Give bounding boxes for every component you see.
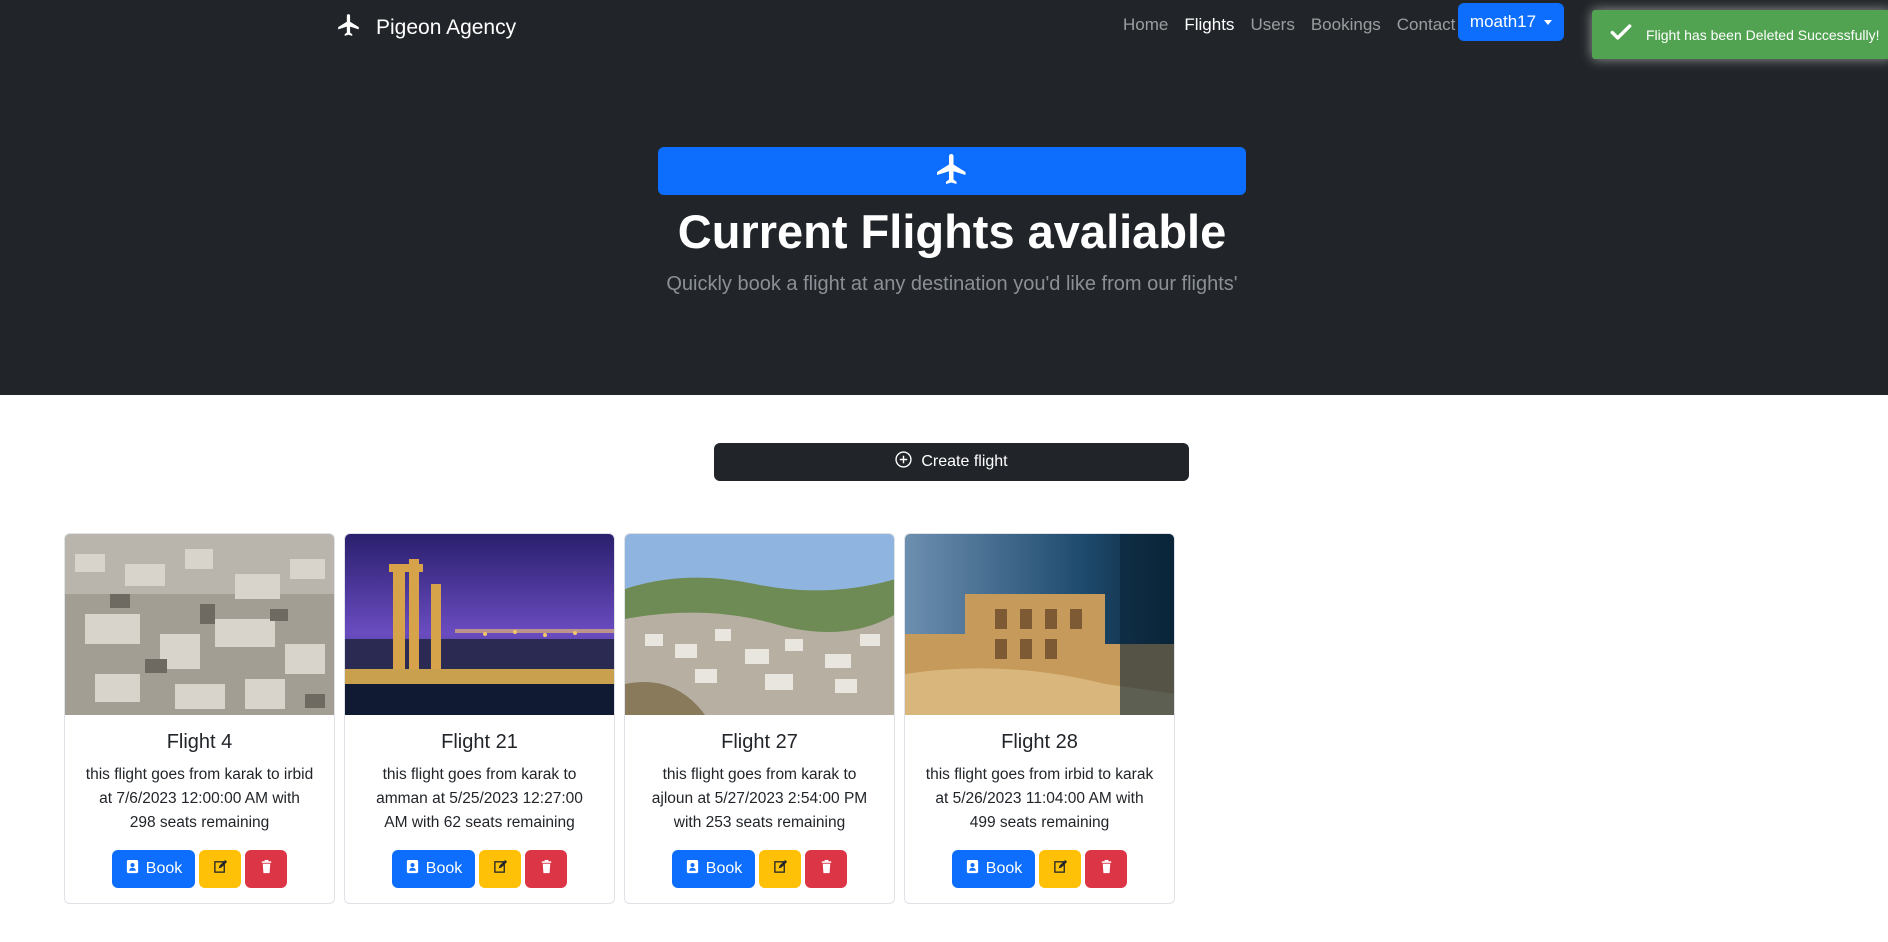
brand[interactable]: Pigeon Agency bbox=[336, 12, 516, 43]
page-subtitle: Quickly book a flight at any destination… bbox=[666, 273, 1238, 295]
edit-button[interactable] bbox=[1039, 850, 1081, 888]
trash-icon bbox=[1099, 859, 1114, 879]
nav-contact[interactable]: Contact bbox=[1397, 14, 1456, 36]
flight-description: this flight goes from karak to amman at … bbox=[376, 766, 583, 831]
user-menu-label: moath17 bbox=[1469, 12, 1537, 31]
address-book-icon bbox=[685, 859, 700, 879]
flight-title: Flight 4 bbox=[166, 731, 233, 753]
book-label: Book bbox=[985, 860, 1023, 877]
flight-card: Flight 21 this flight goes from karak to… bbox=[344, 533, 615, 904]
flight-title: Flight 27 bbox=[721, 731, 798, 753]
flight-description: this flight goes from karak to ajloun at… bbox=[651, 766, 868, 831]
nav-flights[interactable]: Flights bbox=[1184, 14, 1234, 36]
flight-image bbox=[625, 534, 894, 715]
edit-button[interactable] bbox=[199, 850, 241, 888]
trash-icon bbox=[819, 859, 834, 879]
card-actions: Book bbox=[345, 850, 614, 888]
book-button[interactable]: Book bbox=[392, 850, 475, 888]
edit-button[interactable] bbox=[479, 850, 521, 888]
success-toast[interactable]: Flight has been Deleted Successfully! bbox=[1592, 10, 1888, 59]
trash-icon bbox=[259, 859, 274, 879]
delete-button[interactable] bbox=[805, 850, 847, 888]
nav-home[interactable]: Home bbox=[1123, 14, 1168, 36]
address-book-icon bbox=[965, 859, 980, 879]
book-button[interactable]: Book bbox=[672, 850, 755, 888]
book-label: Book bbox=[145, 860, 183, 877]
hero-banner bbox=[658, 147, 1246, 195]
toast-message: Flight has been Deleted Successfully! bbox=[1646, 26, 1880, 43]
book-label: Book bbox=[705, 860, 743, 877]
page-title: Current Flights avaliable bbox=[677, 205, 1227, 258]
create-flight-label: Create flight bbox=[921, 453, 1008, 470]
user-menu-button[interactable]: moath17 bbox=[1458, 3, 1564, 41]
hero-section: Pigeon Agency Home Flights Users Booking… bbox=[0, 0, 1888, 395]
main-nav: Home Flights Users Bookings Contact bbox=[1123, 14, 1471, 36]
plus-circle-icon bbox=[895, 451, 912, 473]
edit-icon bbox=[773, 859, 788, 879]
book-button[interactable]: Book bbox=[112, 850, 195, 888]
delete-button[interactable] bbox=[245, 850, 287, 888]
brand-name: Pigeon Agency bbox=[376, 15, 517, 39]
plane-icon bbox=[934, 151, 970, 192]
book-label: Book bbox=[425, 860, 463, 877]
flight-card: Flight 27 this flight goes from karak to… bbox=[624, 533, 895, 904]
flight-description: this flight goes from irbid to karak at … bbox=[925, 766, 1154, 831]
flight-title: Flight 28 bbox=[1001, 731, 1078, 753]
edit-icon bbox=[213, 859, 228, 879]
nav-bookings[interactable]: Bookings bbox=[1311, 14, 1381, 36]
edit-icon bbox=[493, 859, 508, 879]
flight-image bbox=[345, 534, 614, 715]
address-book-icon bbox=[405, 859, 420, 879]
check-icon bbox=[1608, 19, 1634, 50]
flight-description: this flight goes from karak to irbid at … bbox=[85, 766, 314, 831]
nav-users[interactable]: Users bbox=[1250, 14, 1294, 36]
card-actions: Book bbox=[65, 850, 334, 888]
flight-card: Flight 28 this flight goes from irbid to… bbox=[904, 533, 1175, 904]
plane-icon bbox=[336, 12, 362, 43]
create-flight-button[interactable]: Create flight bbox=[714, 443, 1189, 481]
delete-button[interactable] bbox=[1085, 850, 1127, 888]
trash-icon bbox=[539, 859, 554, 879]
edit-button[interactable] bbox=[759, 850, 801, 888]
flight-image bbox=[65, 534, 334, 715]
card-actions: Book bbox=[625, 850, 894, 888]
card-actions: Book bbox=[905, 850, 1174, 888]
edit-icon bbox=[1053, 859, 1068, 879]
delete-button[interactable] bbox=[525, 850, 567, 888]
caret-down-icon bbox=[1544, 19, 1553, 25]
book-button[interactable]: Book bbox=[952, 850, 1035, 888]
flight-title: Flight 21 bbox=[441, 731, 518, 753]
address-book-icon bbox=[125, 859, 140, 879]
flight-card: Flight 4 this flight goes from karak to … bbox=[64, 533, 335, 904]
flight-image bbox=[905, 534, 1174, 715]
